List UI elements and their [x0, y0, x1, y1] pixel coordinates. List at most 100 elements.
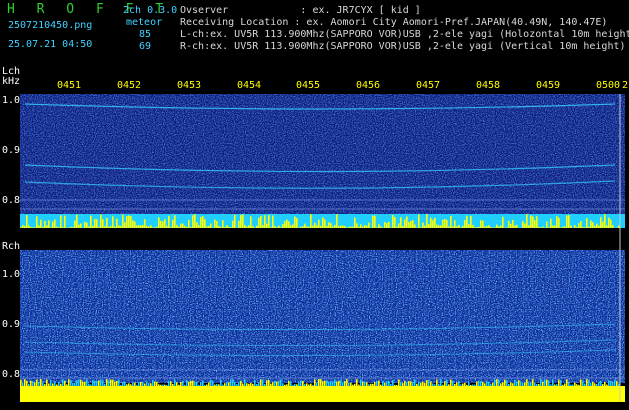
rch-activity-bar [24, 379, 26, 386]
rch-activity-bar [32, 381, 34, 386]
lch-activity-bar [590, 220, 592, 228]
lch-activity-bar [418, 214, 420, 228]
rch-activity-bar [616, 381, 618, 386]
lch-activity-bar [138, 225, 140, 228]
rch-activity-bar [150, 383, 152, 386]
rch-activity-bar [544, 379, 546, 386]
lch-activity-bar [478, 226, 480, 228]
rch-activity-bar [42, 382, 44, 386]
lch-activity-bar [42, 226, 44, 228]
lch-activity-bar [576, 227, 578, 228]
lch-activity-bar [578, 223, 580, 228]
lch-activity-bar [34, 227, 36, 228]
rch-activity-bar [50, 380, 52, 386]
rch-activity-bar [316, 382, 318, 386]
lch-activity-bar [260, 215, 262, 228]
lch-activity-bar [430, 217, 432, 228]
lch-activity-bar [396, 226, 398, 228]
rch-activity-bar [82, 381, 84, 386]
rch-activity-bar [228, 382, 230, 386]
rch-activity-bar [290, 381, 292, 386]
rch-activity-bar [192, 380, 194, 386]
rch-activity-bar [468, 382, 470, 386]
lch-activity-bar [26, 215, 28, 228]
rch-activity-bar [304, 383, 306, 386]
rch-activity-bar [72, 382, 74, 386]
lch-activity-bar [198, 225, 200, 228]
lch-activity-bar [92, 225, 94, 228]
rch-activity-bar [294, 383, 296, 386]
lch-activity-bar [90, 215, 92, 228]
lch-activity-bar [398, 223, 400, 228]
rch-activity-bar [262, 379, 264, 386]
lch-activity-bar [384, 222, 386, 228]
rch-activity-bar [22, 382, 24, 386]
rch-activity-bar [252, 383, 254, 386]
lch-spectrogram [20, 94, 625, 228]
rch-activity-bar [232, 379, 234, 386]
rch-activity-bar [596, 383, 598, 386]
rch-activity-bar [458, 380, 460, 386]
rch-activity-bar [532, 379, 534, 386]
rch-activity-bar [450, 379, 452, 386]
lch-activity-bar [238, 220, 240, 228]
rch-activity-bar [182, 380, 184, 386]
lch-activity-bar [302, 226, 304, 228]
lch-activity-bar [402, 226, 404, 228]
lch-activity-bar [100, 214, 102, 228]
rch-activity-bar [194, 381, 196, 386]
lch-activity-bar [106, 217, 108, 228]
rch-activity-bar [580, 379, 582, 386]
lch-activity-bar [178, 226, 180, 228]
lch-activity-bar [426, 214, 428, 228]
lch-activity-bar [490, 227, 492, 228]
rch-activity-bar [344, 381, 346, 386]
rch-activity-bar [554, 384, 556, 386]
lch-activity-bar [146, 225, 148, 228]
lch-activity-bar [586, 218, 588, 228]
lch-activity-bar [300, 226, 302, 228]
lch-activity-bar [362, 226, 364, 228]
rch-activity-bar [142, 381, 144, 386]
lch-activity-bar [22, 225, 24, 228]
lch-activity-bar [244, 225, 246, 228]
lch-activity-bar [464, 219, 466, 228]
lch-activity-bar [312, 225, 314, 228]
lch-activity-bar [144, 219, 146, 228]
rch-activity-bar [162, 384, 164, 386]
rch-activity-bar [348, 382, 350, 386]
lch-activity-bar [320, 225, 322, 228]
rch-activity-bar [428, 380, 430, 386]
rch-spectrogram [20, 250, 625, 402]
lch-activity-bar [458, 225, 460, 228]
rch-activity-bar [148, 383, 150, 386]
lch-activity-bar [296, 217, 298, 228]
rch-activity-bar [414, 379, 416, 386]
rch-activity-bar [166, 384, 168, 386]
lch-activity-bar [444, 219, 446, 228]
rch-activity-bar [386, 381, 388, 386]
lch-activity-bar [130, 216, 132, 228]
lch-activity-bar [70, 226, 72, 228]
rch-activity-bar [576, 384, 578, 386]
rch-activity-bar [172, 383, 174, 386]
rch-activity-bar [542, 381, 544, 386]
lch-activity-bar [160, 220, 162, 228]
rch-activity-bar [540, 379, 542, 386]
rch-activity-bar [126, 384, 128, 386]
lch-activity-bar [368, 222, 370, 228]
rch-activity-bar [398, 379, 400, 386]
rch-activity-bar [440, 379, 442, 386]
lch-activity-bar [558, 217, 560, 228]
lch-activity-bar [568, 215, 570, 228]
lch-activity-bar [566, 215, 568, 228]
rch-activity-bar [244, 379, 246, 386]
rch-activity-bar [300, 380, 302, 386]
rch-activity-bar [188, 381, 190, 386]
rch-activity-bar [530, 382, 532, 386]
rch-activity-bar [206, 384, 208, 386]
rch-activity-bar [178, 384, 180, 386]
rch-activity-bar [506, 380, 508, 386]
rch-activity-bar [486, 380, 488, 386]
rch-activity-bar [156, 381, 158, 386]
